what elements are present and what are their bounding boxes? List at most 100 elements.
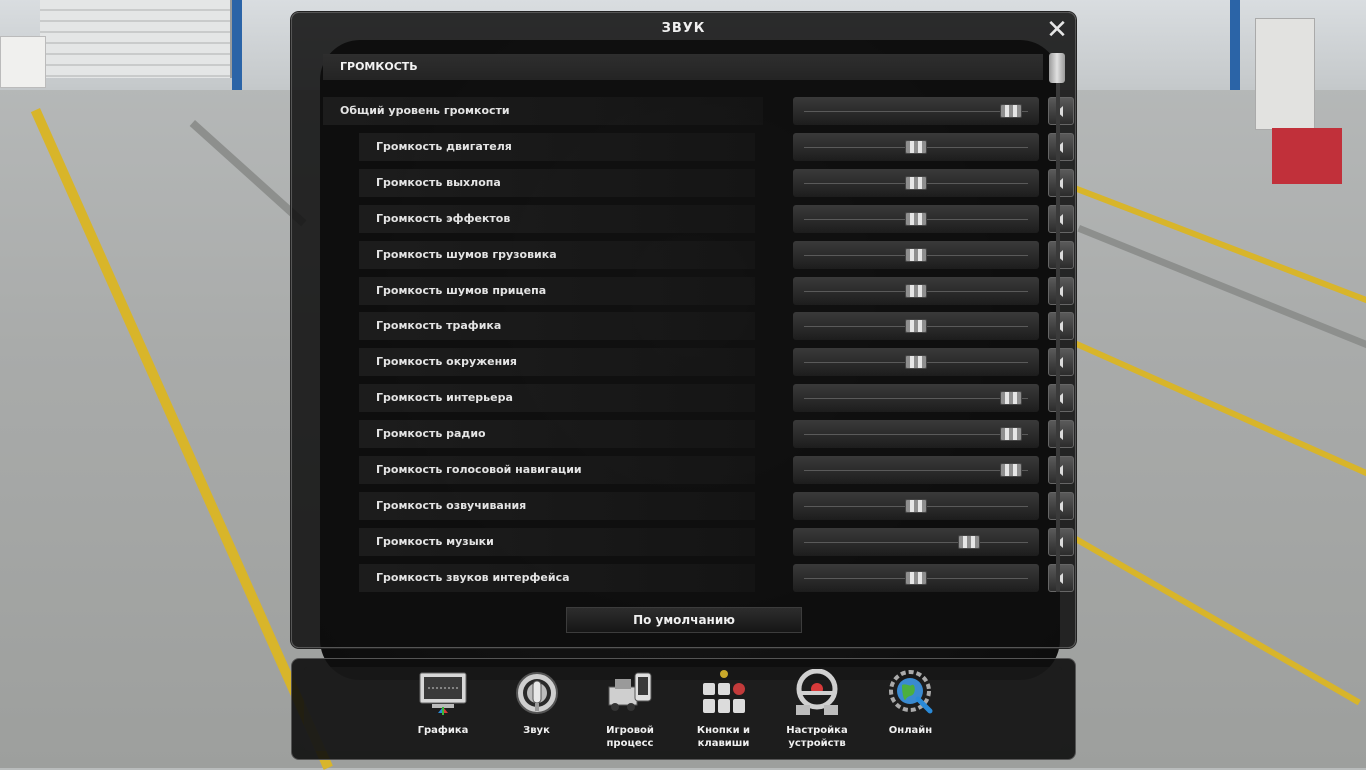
nav-devices[interactable]: Настройка устройств xyxy=(774,659,860,759)
slider-track xyxy=(804,470,1028,471)
nav-controls[interactable]: Кнопки и клавиши xyxy=(681,659,767,759)
nav-online[interactable]: Онлайн xyxy=(868,659,954,759)
background-beam xyxy=(232,0,242,90)
volume-label: Громкость окружения xyxy=(359,348,755,377)
volume-row: Громкость озвучивания xyxy=(323,491,1075,520)
slider-knob[interactable] xyxy=(999,427,1022,442)
slider-knob[interactable] xyxy=(905,247,927,262)
mute-button[interactable] xyxy=(1048,456,1074,484)
volume-label: Громкость музыки xyxy=(359,527,755,556)
background-beam xyxy=(1230,0,1240,90)
mute-button[interactable] xyxy=(1048,348,1074,377)
volume-label: Громкость голосовой навигации xyxy=(359,456,755,484)
volume-slider[interactable] xyxy=(793,491,1039,520)
volume-slider[interactable] xyxy=(793,276,1039,305)
mute-button[interactable] xyxy=(1048,97,1074,125)
nav-graphics[interactable]: Графика xyxy=(400,659,486,759)
slider-knob[interactable] xyxy=(905,319,927,334)
reset-defaults-button[interactable]: По умолчанию xyxy=(566,607,802,633)
truck-icon xyxy=(605,669,655,717)
volume-slider[interactable] xyxy=(793,97,1039,125)
slider-track xyxy=(804,398,1028,400)
mute-button[interactable] xyxy=(1048,132,1074,161)
slider-knob[interactable] xyxy=(905,498,927,513)
volume-row: Громкость радио xyxy=(323,420,1075,449)
volume-slider[interactable] xyxy=(793,456,1039,484)
volume-row: Громкость шумов грузовика xyxy=(323,240,1075,269)
nav-gameplay[interactable]: Игровой процесс xyxy=(587,659,673,759)
floor-line xyxy=(1072,535,1361,706)
nav-label: Онлайн xyxy=(888,725,933,736)
volume-row: Громкость двигателя xyxy=(323,132,1075,161)
slider-track xyxy=(804,111,1028,112)
volume-slider[interactable] xyxy=(793,240,1039,269)
mute-button[interactable] xyxy=(1048,204,1074,233)
volume-slider[interactable] xyxy=(793,348,1039,377)
volume-row: Громкость выхлопа xyxy=(323,168,1075,197)
slider-knob[interactable] xyxy=(905,355,927,370)
volume-row: Громкость эффектов xyxy=(323,204,1075,233)
volume-label: Громкость звуков интерфейса xyxy=(359,563,755,592)
volume-label: Общий уровень громкости xyxy=(323,97,763,125)
mute-button[interactable] xyxy=(1048,168,1074,197)
volume-slider[interactable] xyxy=(793,420,1039,449)
scrollbar-track[interactable] xyxy=(1056,57,1060,592)
slider-knob[interactable] xyxy=(905,175,927,190)
mute-button[interactable] xyxy=(1048,276,1074,305)
slider-knob[interactable] xyxy=(905,211,927,226)
nav-sound[interactable]: Звук xyxy=(494,659,580,759)
volume-label: Громкость двигателя xyxy=(359,132,755,161)
slider-track xyxy=(804,434,1028,436)
nav-label: Кнопки и клавиши xyxy=(696,725,751,749)
nav-label: Игровой процесс xyxy=(606,725,654,749)
slider-knob[interactable] xyxy=(905,283,927,298)
volume-label: Громкость интерьера xyxy=(359,384,755,413)
volume-slider[interactable] xyxy=(793,384,1039,413)
slider-knob[interactable] xyxy=(905,139,927,154)
mute-button[interactable] xyxy=(1048,312,1074,341)
background-garage-door xyxy=(40,0,233,78)
volume-label: Громкость эффектов xyxy=(359,204,755,233)
close-button[interactable]: ✕ xyxy=(1044,17,1070,43)
floor-line xyxy=(1072,340,1366,480)
panel-title: ЗВУК xyxy=(661,21,706,36)
volume-slider[interactable] xyxy=(793,132,1039,161)
speaker-icon xyxy=(512,669,562,717)
volume-slider[interactable] xyxy=(793,168,1039,197)
settings-category-bar: Графика Звук Игровой процесс Кнопки и клави… xyxy=(291,658,1076,760)
volume-label: Громкость озвучивания xyxy=(359,491,755,520)
volume-label: Громкость радио xyxy=(359,420,755,449)
master-volume-row: Общий уровень громкости xyxy=(323,97,1075,125)
volume-slider[interactable] xyxy=(793,563,1039,592)
slider-knob[interactable] xyxy=(999,391,1022,406)
volume-slider[interactable] xyxy=(793,527,1039,556)
background-cabinet xyxy=(1255,18,1315,130)
volume-label: Громкость шумов прицепа xyxy=(359,276,755,305)
volume-row: Громкость музыки xyxy=(323,527,1075,556)
volume-row: Громкость звуков интерфейса xyxy=(323,563,1075,592)
nav-label: Графика xyxy=(417,725,469,736)
volume-slider[interactable] xyxy=(793,312,1039,341)
mute-button[interactable] xyxy=(1048,384,1074,413)
slider-knob[interactable] xyxy=(957,534,980,549)
slider-knob[interactable] xyxy=(905,570,927,585)
scrollbar-thumb[interactable] xyxy=(1049,53,1065,83)
volume-slider[interactable] xyxy=(793,204,1039,233)
background-tank xyxy=(0,36,46,88)
nav-label: Настройка устройств xyxy=(786,725,848,749)
slider-knob[interactable] xyxy=(999,104,1022,118)
volume-label: Громкость трафика xyxy=(359,312,755,341)
slider-knob[interactable] xyxy=(999,463,1022,477)
mute-button[interactable] xyxy=(1048,527,1074,556)
keys-icon xyxy=(699,669,749,717)
volume-label: Громкость шумов грузовика xyxy=(359,240,755,269)
nav-label: Звук xyxy=(523,725,550,736)
volume-label: Громкость выхлопа xyxy=(359,168,755,197)
volume-row: Громкость голосовой навигации xyxy=(323,456,1075,484)
sound-settings-panel: ЗВУК ✕ ГРОМКОСТЬ Общий уровень громкости… xyxy=(291,12,1076,648)
floor-drain xyxy=(189,120,307,227)
mute-button[interactable] xyxy=(1048,491,1074,520)
mute-button[interactable] xyxy=(1048,563,1074,592)
mute-button[interactable] xyxy=(1048,420,1074,449)
mute-button[interactable] xyxy=(1048,240,1074,269)
